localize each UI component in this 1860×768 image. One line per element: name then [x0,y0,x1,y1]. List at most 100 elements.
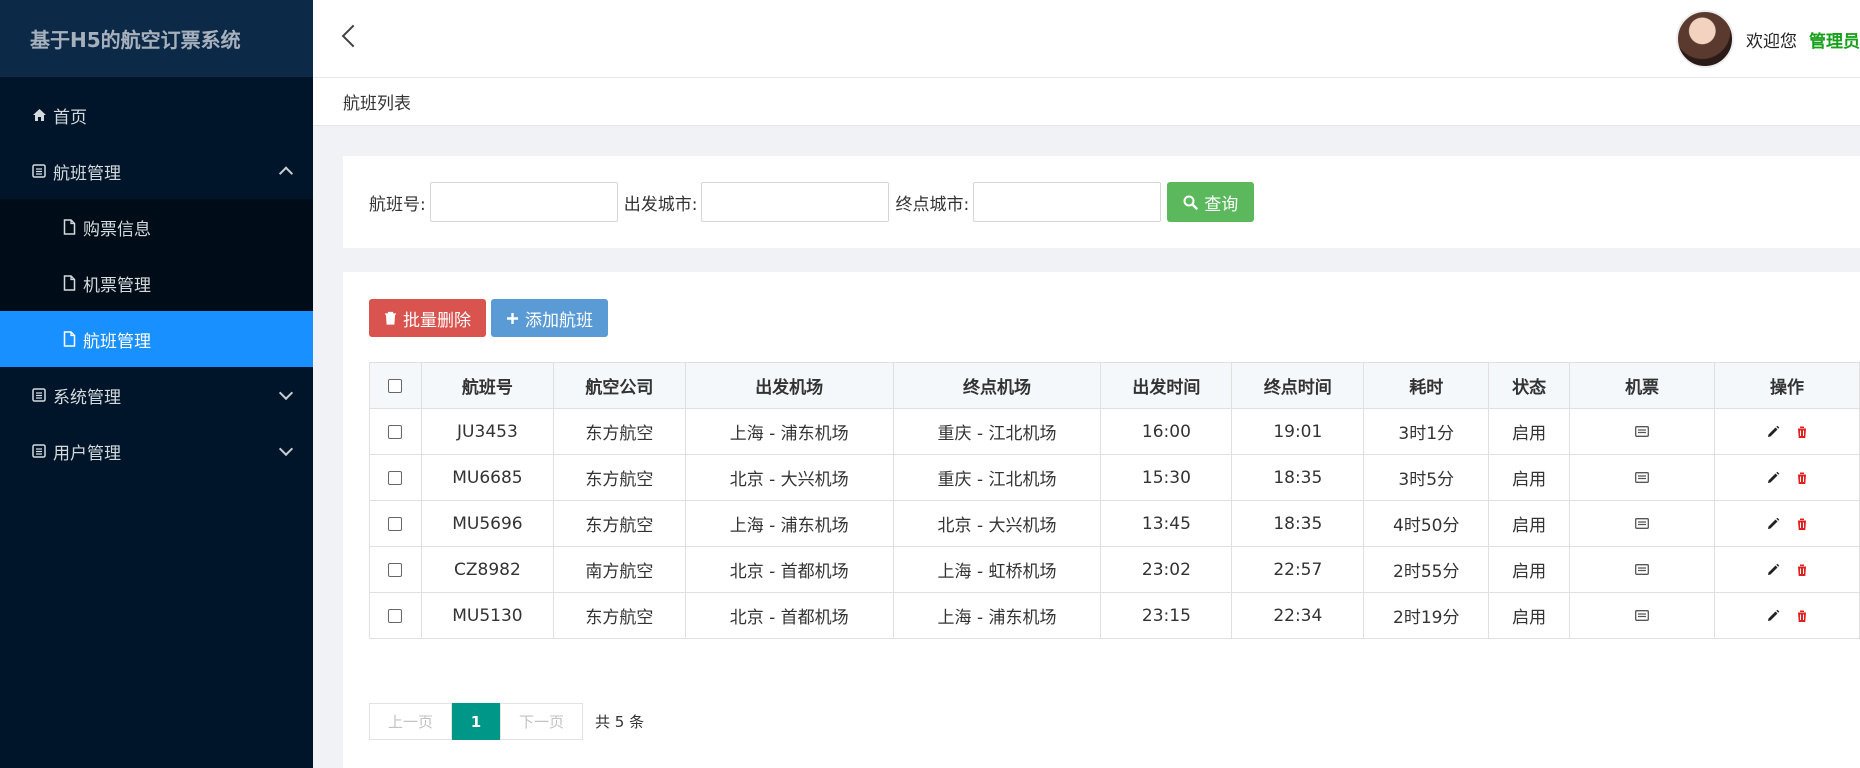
table-cell: 重庆 - 江北机场 [892,408,1102,455]
table-cell: 南方航空 [552,546,686,593]
sidebar-submenu: 购票信息 机票管理 航班管理 [0,199,313,367]
username[interactable]: 管理员 [1809,27,1860,52]
flight-no-label: 航班号: [369,194,426,215]
actions-cell [1714,500,1860,547]
row-select-cell [369,546,422,593]
file-icon [61,331,77,347]
plus-icon [506,312,519,325]
edit-icon[interactable] [1766,563,1780,577]
next-page-button[interactable]: 下一页 [500,703,583,740]
table-body: JU3453 东方航空 上海 - 浦东机场 重庆 - 江北机场 16:00 19:01 3时… [369,408,1860,639]
toolbar: 批量删除 添加航班 [369,299,613,337]
row-select-cell [369,592,422,639]
col-header: 航班号 [420,362,554,409]
table-cell: 东方航空 [552,408,686,455]
search-icon [1183,195,1198,210]
search-button[interactable]: 查询 [1167,182,1255,222]
table-cell: 东方航空 [552,592,686,639]
edit-icon[interactable] [1766,425,1780,439]
chevron-down-icon [278,385,294,401]
ticket-list-icon[interactable] [1635,609,1650,621]
actions-cell [1714,592,1860,639]
table-cell: 18:35 [1231,454,1365,501]
table-cell: 北京 - 大兴机场 [892,500,1102,547]
avatar[interactable] [1676,10,1734,68]
row-checkbox[interactable] [388,608,403,623]
delete-icon[interactable] [1796,471,1808,485]
delete-icon[interactable] [1796,563,1808,577]
sidebar-item-users[interactable]: 用户管理 [0,423,313,479]
sidebar-item-flight-manage[interactable]: 航班管理 [0,311,313,367]
delete-icon[interactable] [1796,517,1808,531]
table-cell: 启用 [1488,592,1571,639]
ticket-cell [1569,592,1715,639]
delete-icon[interactable] [1796,425,1808,439]
sidebar-item-system[interactable]: 系统管理 [0,367,313,423]
ticket-cell [1569,500,1715,547]
table-cell: 15:30 [1100,454,1233,501]
edit-icon[interactable] [1766,609,1780,623]
to-city-input[interactable] [973,182,1162,222]
sidebar-item-home[interactable]: 首页 [0,87,313,143]
list-icon [31,163,47,179]
search-button-label: 查询 [1204,194,1239,214]
ticket-cell [1569,546,1715,593]
sidebar-item-ticket-manage[interactable]: 机票管理 [0,255,313,311]
table-cell: 上海 - 浦东机场 [684,408,894,455]
row-checkbox[interactable] [388,516,403,531]
main-panel: 批量删除 添加航班 航班号 航空公司 出发机场 终点机场 出发时间 终点时间 耗… [343,272,1860,768]
ticket-list-icon[interactable] [1635,425,1650,437]
from-city-label: 出发城市: [623,194,698,215]
table-row: CZ8982 南方航空 北京 - 首都机场 上海 - 虹桥机场 23:02 22:57 2时… [369,546,1860,593]
table-cell: MU5130 [420,592,554,639]
table-row: MU5696 东方航空 上海 - 浦东机场 北京 - 大兴机场 13:45 18:35 4时… [369,500,1860,547]
col-header: 机票 [1569,362,1715,409]
ticket-cell [1569,454,1715,501]
row-checkbox[interactable] [388,424,403,439]
prev-page-button[interactable]: 上一页 [369,703,452,740]
edit-icon[interactable] [1766,517,1780,531]
sidebar-item-ticket-info[interactable]: 购票信息 [0,199,313,255]
actions-cell [1714,454,1860,501]
breadcrumb: 航班列表 [313,78,1860,126]
sidebar-item-flight-group[interactable]: 航班管理 [0,143,313,199]
delete-icon[interactable] [1796,609,1808,623]
table-cell: 上海 - 虹桥机场 [892,546,1102,593]
table-row: MU6685 东方航空 北京 - 大兴机场 重庆 - 江北机场 15:30 18:35 3时… [369,454,1860,501]
row-select-cell [369,454,422,501]
file-icon [61,275,77,291]
table-cell: 东方航空 [552,500,686,547]
add-flight-label: 添加航班 [525,310,593,330]
page-number-current[interactable]: 1 [452,703,500,740]
ticket-list-icon[interactable] [1635,471,1650,483]
row-checkbox[interactable] [388,470,403,485]
table-cell: 3时5分 [1363,454,1490,501]
table-header-row: 航班号 航空公司 出发机场 终点机场 出发时间 终点时间 耗时 状态 机票 操作 [369,362,1860,409]
table-cell: CZ8982 [420,546,554,593]
add-flight-button[interactable]: 添加航班 [491,299,608,337]
table-cell: 23:02 [1100,546,1233,593]
sidebar-item-label: 首页 [53,107,87,128]
table-cell: 18:35 [1231,500,1365,547]
table-cell: 北京 - 大兴机场 [684,454,894,501]
file-icon [61,219,77,235]
col-header: 航空公司 [552,362,686,409]
back-arrow-icon[interactable] [341,24,365,48]
ticket-list-icon[interactable] [1635,517,1650,529]
sidebar-item-label: 用户管理 [53,443,121,464]
batch-delete-button[interactable]: 批量删除 [369,299,486,337]
ticket-cell [1569,408,1715,455]
user-area: 欢迎您 管理员 [1676,10,1860,68]
from-city-input[interactable] [701,182,890,222]
flight-no-input[interactable] [429,182,618,222]
select-all-checkbox[interactable] [388,378,403,393]
table-cell: 19:01 [1231,408,1365,455]
app-title: 基于H5的航空订票系统 [0,0,313,77]
edit-icon[interactable] [1766,471,1780,485]
col-header: 状态 [1488,362,1571,409]
col-header: 终点机场 [892,362,1102,409]
row-checkbox[interactable] [388,562,403,577]
actions-cell [1714,546,1860,593]
chevron-down-icon [278,441,294,457]
ticket-list-icon[interactable] [1635,563,1650,575]
